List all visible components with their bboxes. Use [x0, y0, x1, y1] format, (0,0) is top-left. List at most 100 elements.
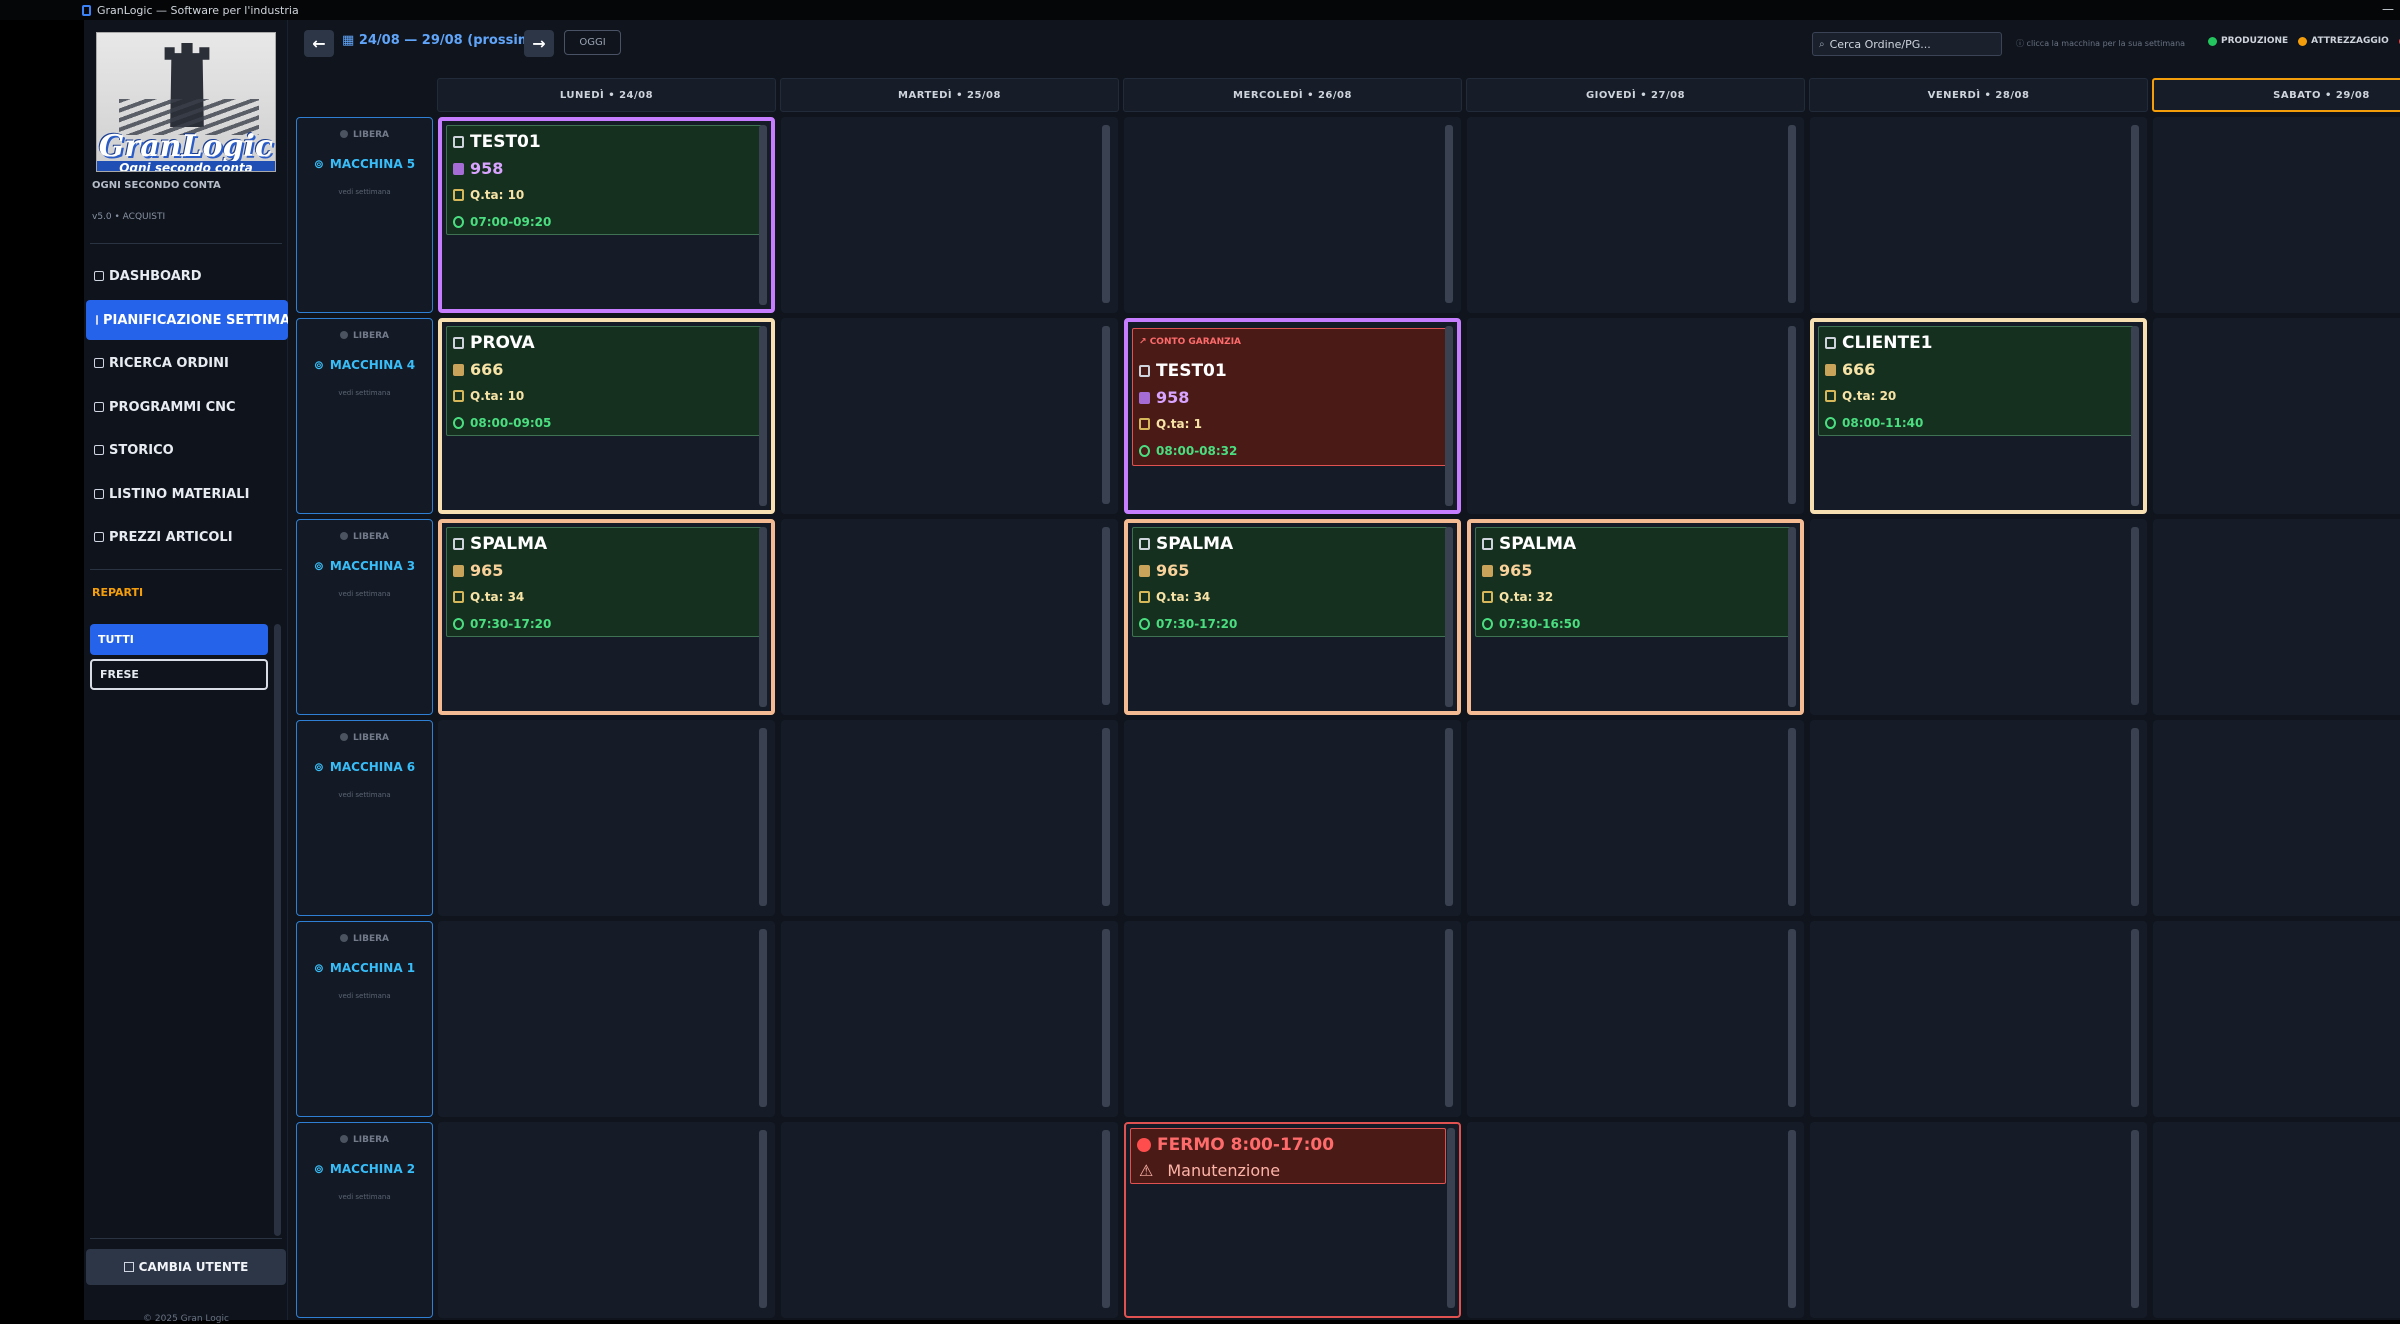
machine-card-3[interactable]: LIBERA MACCHINA 3 vedi settimana: [296, 519, 433, 715]
schedule-cell-fermo[interactable]: FERMO 8:00-17:00 ⚠ Manutenzione: [1124, 1122, 1461, 1318]
cell-scrollbar[interactable]: [2131, 929, 2139, 1107]
cell-scrollbar[interactable]: [1102, 728, 1110, 906]
sidebar-item-dashboard[interactable]: DASHBOARD: [84, 256, 288, 296]
next-week-button[interactable]: →: [524, 30, 554, 57]
schedule-cell[interactable]: PROVA 666 Q.ta: 10 08:00-09:05: [438, 318, 775, 514]
schedule-cell[interactable]: TEST01 958 Q.ta: 10 07:00-09:20: [438, 117, 775, 313]
cell-scrollbar[interactable]: [759, 728, 767, 906]
tag-icon: [453, 136, 464, 148]
machine-card-2[interactable]: LIBERA MACCHINA 2 vedi settimana: [296, 1122, 433, 1318]
machine-card-6[interactable]: LIBERA MACCHINA 6 vedi settimana: [296, 720, 433, 916]
schedule-cell[interactable]: [781, 720, 1118, 916]
sidebar-item-programmi-cnc[interactable]: PROGRAMMI CNC: [84, 387, 288, 427]
machine-card-5[interactable]: LIBERA MACCHINA 5 vedi settimana: [296, 117, 433, 313]
schedule-cell[interactable]: [2153, 720, 2400, 916]
sidebar-item-prezzi-articoli[interactable]: PREZZI ARTICOLI: [84, 517, 288, 557]
search-box[interactable]: ⌕: [1812, 32, 2002, 56]
cell-scrollbar[interactable]: [2131, 326, 2139, 506]
cell-scrollbar[interactable]: [1445, 527, 1453, 707]
cell-scrollbar[interactable]: [759, 326, 767, 506]
cell-scrollbar[interactable]: [1788, 125, 1796, 303]
fermo-card[interactable]: FERMO 8:00-17:00 ⚠ Manutenzione: [1130, 1128, 1446, 1184]
cell-scrollbar[interactable]: [2131, 728, 2139, 906]
schedule-cell[interactable]: [1124, 921, 1461, 1117]
sidebar-item-ricerca-ordini[interactable]: RICERCA ORDINI: [84, 343, 288, 383]
box-icon: [1139, 418, 1150, 430]
sidebar-scrollbar[interactable]: [274, 624, 281, 1236]
cell-scrollbar[interactable]: [1102, 125, 1110, 303]
schedule-cell[interactable]: CLIENTE1 666 Q.ta: 20 08:00-11:40: [1810, 318, 2147, 514]
cell-scrollbar[interactable]: [1445, 728, 1453, 906]
sidebar-item-listino-materiali[interactable]: LISTINO MATERIALI: [84, 474, 288, 514]
sidebar-item-pianificazione[interactable]: PIANIFICAZIONE SETTIMANALE: [86, 300, 288, 340]
prev-week-button[interactable]: ←: [304, 30, 334, 57]
cell-scrollbar[interactable]: [759, 125, 767, 305]
cell-scrollbar[interactable]: [1447, 1128, 1455, 1308]
box-icon: [453, 189, 464, 201]
schedule-cell[interactable]: [2153, 1122, 2400, 1318]
cell-scrollbar[interactable]: [1788, 1130, 1796, 1308]
schedule-cell[interactable]: [1124, 117, 1461, 313]
schedule-cell[interactable]: [1467, 318, 1804, 514]
sidebar-item-storico[interactable]: STORICO: [84, 430, 288, 470]
order-card[interactable]: TEST01 958 Q.ta: 10 07:00-09:20: [446, 125, 762, 235]
schedule-cell[interactable]: [1810, 720, 2147, 916]
order-card[interactable]: CLIENTE1 666 Q.ta: 20 08:00-11:40: [1818, 326, 2134, 436]
reparto-frese-button[interactable]: FRESE: [90, 659, 268, 690]
cell-scrollbar[interactable]: [1102, 1130, 1110, 1308]
schedule-cell[interactable]: [1467, 117, 1804, 313]
schedule-cell[interactable]: [1810, 519, 2147, 715]
schedule-cell[interactable]: [781, 117, 1118, 313]
schedule-cell[interactable]: SPALMA 965 Q.ta: 32 07:30-16:50: [1467, 519, 1804, 715]
schedule-cell[interactable]: [2153, 117, 2400, 313]
cell-scrollbar[interactable]: [759, 527, 767, 707]
schedule-cell[interactable]: [1124, 720, 1461, 916]
schedule-cell[interactable]: [2153, 519, 2400, 715]
machine-card-4[interactable]: LIBERA MACCHINA 4 vedi settimana: [296, 318, 433, 514]
oggi-button[interactable]: OGGI: [564, 30, 621, 55]
schedule-cell[interactable]: [1467, 921, 1804, 1117]
reparto-tutti-button[interactable]: TUTTI: [90, 624, 268, 655]
cell-scrollbar[interactable]: [759, 929, 767, 1107]
schedule-cell[interactable]: [781, 1122, 1118, 1318]
schedule-cell[interactable]: [1810, 1122, 2147, 1318]
cell-scrollbar[interactable]: [1788, 929, 1796, 1107]
cell-scrollbar[interactable]: [1788, 728, 1796, 906]
schedule-cell[interactable]: [781, 318, 1118, 514]
cell-scrollbar[interactable]: [2131, 125, 2139, 303]
order-card-warranty[interactable]: ↗ CONTO GARANZIA TEST01 958 Q.ta: 1 08:0…: [1132, 328, 1448, 466]
order-card[interactable]: SPALMA 965 Q.ta: 34 07:30-17:20: [446, 527, 762, 637]
cell-scrollbar[interactable]: [1788, 527, 1796, 707]
cell-scrollbar[interactable]: [1445, 326, 1453, 506]
minimize-icon[interactable]: —: [2382, 2, 2394, 16]
cell-scrollbar[interactable]: [1102, 929, 1110, 1107]
cell-scrollbar[interactable]: [1445, 125, 1453, 303]
schedule-cell[interactable]: ↗ CONTO GARANZIA TEST01 958 Q.ta: 1 08:0…: [1124, 318, 1461, 514]
machine-card-1[interactable]: LIBERA MACCHINA 1 vedi settimana: [296, 921, 433, 1117]
schedule-cell[interactable]: SPALMA 965 Q.ta: 34 07:30-17:20: [438, 519, 775, 715]
order-card[interactable]: PROVA 666 Q.ta: 10 08:00-09:05: [446, 326, 762, 436]
cell-scrollbar[interactable]: [759, 1130, 767, 1308]
cambia-utente-button[interactable]: CAMBIA UTENTE: [86, 1249, 286, 1285]
schedule-cell[interactable]: [438, 921, 775, 1117]
schedule-cell[interactable]: [781, 921, 1118, 1117]
schedule-cell[interactable]: [1810, 921, 2147, 1117]
schedule-cell[interactable]: [2153, 921, 2400, 1117]
cell-scrollbar[interactable]: [2131, 527, 2139, 705]
cell-scrollbar[interactable]: [1445, 929, 1453, 1107]
schedule-cell[interactable]: [2153, 318, 2400, 514]
schedule-cell[interactable]: [781, 519, 1118, 715]
order-card[interactable]: SPALMA 965 Q.ta: 34 07:30-17:20: [1132, 527, 1448, 637]
cell-scrollbar[interactable]: [1102, 326, 1110, 504]
schedule-cell[interactable]: SPALMA 965 Q.ta: 34 07:30-17:20: [1124, 519, 1461, 715]
schedule-cell[interactable]: [438, 1122, 775, 1318]
cell-scrollbar[interactable]: [2131, 1130, 2139, 1308]
schedule-cell[interactable]: [1467, 720, 1804, 916]
schedule-cell[interactable]: [1810, 117, 2147, 313]
schedule-cell[interactable]: [438, 720, 775, 916]
cell-scrollbar[interactable]: [1788, 326, 1796, 504]
order-card[interactable]: SPALMA 965 Q.ta: 32 07:30-16:50: [1475, 527, 1791, 637]
schedule-cell[interactable]: [1467, 1122, 1804, 1318]
search-input[interactable]: [1829, 37, 1990, 51]
cell-scrollbar[interactable]: [1102, 527, 1110, 705]
